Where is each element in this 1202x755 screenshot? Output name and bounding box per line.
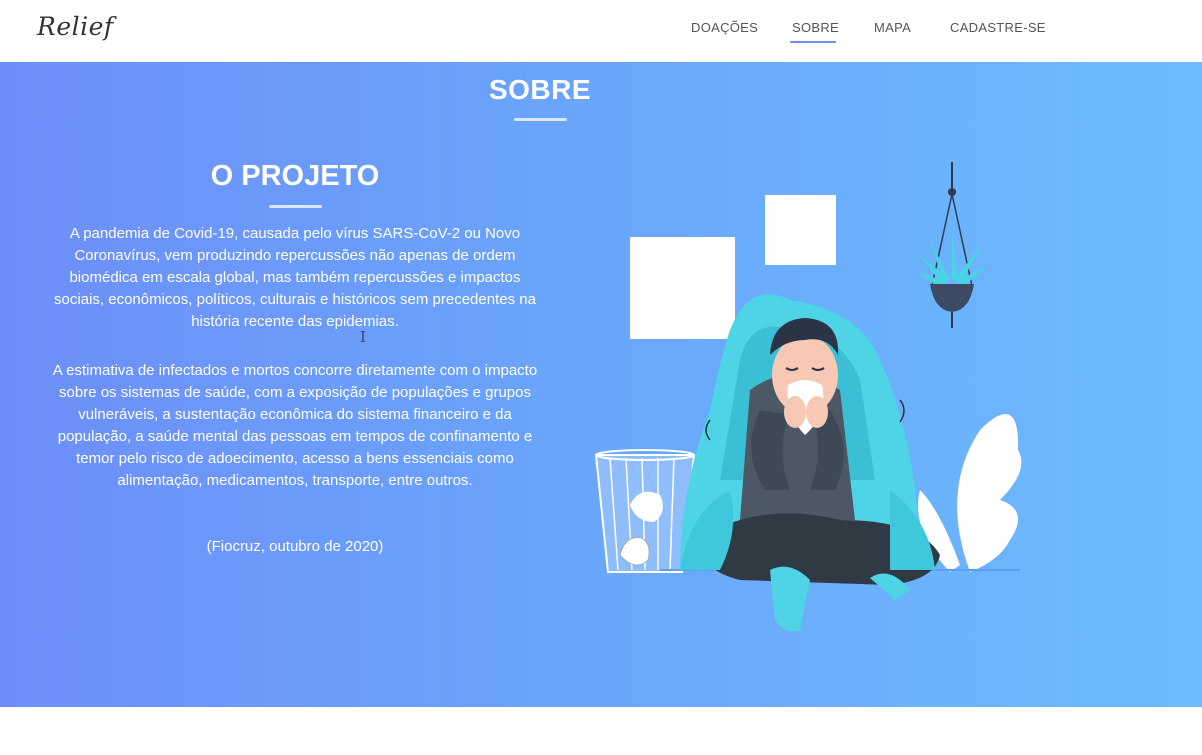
- wall-frame-left: [630, 237, 735, 339]
- section-title-underline: [514, 118, 567, 121]
- nav-item-cadastre-se[interactable]: CADASTRE-SE: [950, 20, 1046, 35]
- project-paragraph-2: A estimativa de infectados e mortos conc…: [52, 362, 538, 489]
- sick-person-illustration: [594, 162, 1022, 632]
- page-footer-area: [0, 707, 1202, 755]
- wall-frame-right: [765, 195, 836, 265]
- about-section: SOBRE O PROJETO A pandemia de Covid-19, …: [0, 62, 1202, 707]
- sock-left: [770, 566, 810, 632]
- project-citation: (Fiocruz, outubro de 2020): [206, 538, 384, 555]
- nav-item-sobre[interactable]: SOBRE: [792, 20, 839, 35]
- nav-item-doacoes[interactable]: DOAÇÕES: [691, 20, 758, 35]
- project-title-underline: [269, 205, 322, 208]
- brand-logo[interactable]: Relief: [37, 12, 114, 41]
- project-paragraph-1: A pandemia de Covid-19, causada pelo vír…: [54, 225, 536, 330]
- project-title: O PROJETO: [210, 160, 380, 192]
- nav-active-indicator: [790, 41, 836, 43]
- section-title: SOBRE: [488, 74, 592, 105]
- text-cursor-icon: I: [360, 328, 366, 346]
- hanging-plant-icon: [916, 162, 990, 328]
- wastebasket-icon: [594, 449, 696, 573]
- nav-item-mapa[interactable]: MAPA: [874, 20, 911, 35]
- navbar: Relief DOAÇÕES SOBRE MAPA CADASTRE-SE: [0, 0, 1202, 62]
